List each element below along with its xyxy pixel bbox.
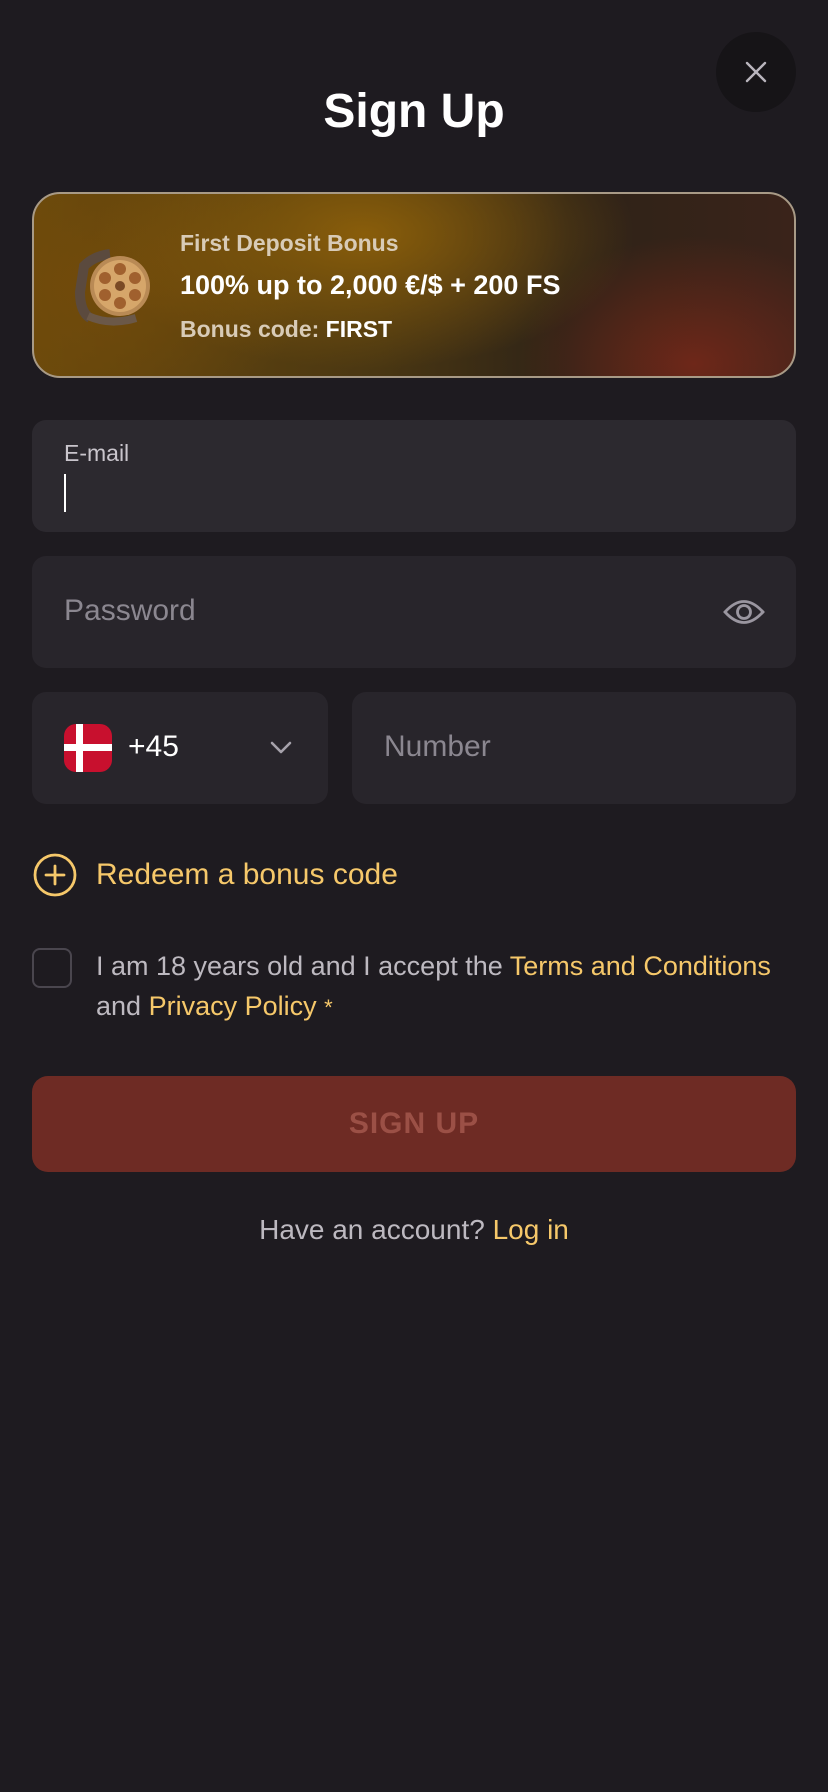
text-caret (64, 474, 66, 512)
required-mark: * (324, 995, 333, 1020)
email-label: E-mail (64, 440, 130, 466)
redeem-bonus-code-label: Redeem a bonus code (96, 858, 398, 891)
bonus-code-prefix: Bonus code: (180, 316, 320, 342)
terms-text: I am 18 years old and I accept the Terms… (96, 946, 806, 1028)
bonus-banner[interactable]: First Deposit Bonus 100% up to 2,000 €/$… (32, 192, 796, 378)
country-code-select[interactable]: +45 (32, 692, 328, 804)
eye-icon (723, 600, 765, 624)
page-title: Sign Up (323, 85, 505, 138)
bonus-code-value: FIRST (325, 316, 393, 342)
film-reel-icon (74, 249, 150, 326)
terms-text-and: and (96, 991, 142, 1021)
password-field[interactable]: Password (32, 556, 796, 668)
signup-screen: Sign Up First Deposit Bonus 100% up to 2… (0, 0, 828, 1792)
privacy-policy-link[interactable]: Privacy Policy (149, 991, 317, 1021)
password-visibility-toggle[interactable] (722, 590, 766, 634)
chevron-down-icon (270, 741, 292, 754)
redeem-bonus-code-button[interactable]: Redeem a bonus code (32, 852, 398, 898)
terms-checkbox[interactable] (32, 948, 72, 988)
dial-code: +45 (128, 730, 179, 763)
sign-up-button[interactable]: SIGN UP (32, 1076, 796, 1172)
terms-text-before: I am 18 years old and I accept the (96, 951, 503, 981)
password-placeholder: Password (64, 594, 196, 627)
login-prompt-text: Have an account? (259, 1214, 485, 1245)
login-prompt: Have an account? Log in (0, 1214, 828, 1246)
plus-circle-icon (33, 853, 77, 897)
email-field[interactable]: E-mail (32, 420, 796, 532)
bonus-amount: 100% up to 2,000 €/$ + 200 FS (180, 270, 561, 300)
denmark-flag-icon (64, 724, 112, 772)
login-link[interactable]: Log in (493, 1214, 569, 1245)
bonus-code-line: Bonus code: FIRST (180, 316, 392, 343)
phone-number-input[interactable]: Number (352, 692, 796, 804)
bonus-label: First Deposit Bonus (180, 230, 399, 256)
terms-and-conditions-link[interactable]: Terms and Conditions (510, 951, 771, 981)
number-placeholder: Number (384, 730, 491, 763)
